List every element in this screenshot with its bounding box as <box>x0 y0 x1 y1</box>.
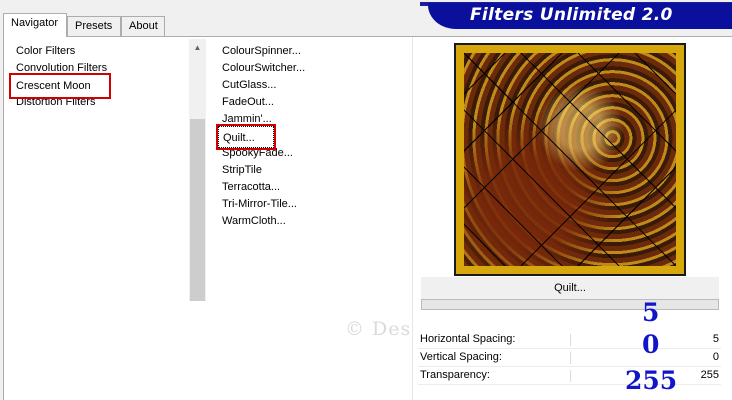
navigator-panel: Color Filters Convolution Filters Cresce… <box>3 36 732 400</box>
filter-item[interactable]: CutGlass... <box>222 77 412 94</box>
tab-about[interactable]: About <box>121 16 165 37</box>
param-row-horizontal-spacing[interactable]: Horizontal Spacing: 5 <box>418 331 721 349</box>
filter-item[interactable]: WarmCloth... <box>222 213 412 230</box>
category-list: Color Filters Convolution Filters Cresce… <box>9 43 190 111</box>
app-title: Filters Unlimited 2.0 <box>470 5 673 25</box>
param-value[interactable]: 255 <box>701 369 719 381</box>
tab-navigator[interactable]: Navigator <box>3 13 67 37</box>
quilt-grid-overlay <box>464 53 676 266</box>
filter-item[interactable]: Terracotta... <box>222 179 412 196</box>
filter-item[interactable]: ColourSwitcher... <box>222 60 412 77</box>
tab-bar: Navigator Presets About <box>0 0 420 37</box>
param-value[interactable]: 0 <box>713 351 719 363</box>
preview-image <box>456 45 684 274</box>
preview-frame <box>454 43 686 276</box>
header-banner: Filters Unlimited 2.0 <box>420 0 732 34</box>
filter-list: ColourSpinner... ColourSwitcher... CutGl… <box>216 43 412 230</box>
watermark: © Des <box>345 318 412 340</box>
category-scrollbar[interactable]: ▲ <box>189 39 206 301</box>
param-divider <box>570 352 571 364</box>
param-divider <box>570 334 571 346</box>
param-divider <box>570 370 571 382</box>
annotation-transparency: 255 <box>625 366 678 395</box>
pane-divider <box>412 37 413 400</box>
annotation-vertical-spacing: 0 <box>642 330 660 359</box>
filter-item[interactable]: StripTile <box>222 162 412 179</box>
tab-presets[interactable]: Presets <box>67 16 121 37</box>
param-value[interactable]: 5 <box>713 333 719 345</box>
scrollbar-thumb[interactable] <box>190 119 205 301</box>
filter-item[interactable]: FadeOut... <box>222 94 412 111</box>
filter-item[interactable]: SpookyFade... <box>222 145 412 162</box>
filter-name-button[interactable]: Quilt... <box>421 277 719 299</box>
filter-item[interactable]: Jammin'... <box>222 111 412 128</box>
param-label: Horizontal Spacing: <box>420 333 516 345</box>
filter-item[interactable]: Tri-Mirror-Tile... <box>222 196 412 213</box>
annotation-horizontal-spacing: 5 <box>642 298 660 327</box>
category-item[interactable]: Distortion Filters <box>14 94 190 111</box>
category-item[interactable]: Color Filters <box>14 43 190 60</box>
param-row-vertical-spacing[interactable]: Vertical Spacing: 0 <box>418 349 721 367</box>
filter-item[interactable]: ColourSpinner... <box>222 43 412 60</box>
param-label: Transparency: <box>420 369 490 381</box>
scroll-up-icon[interactable]: ▲ <box>189 39 206 56</box>
progress-bar <box>421 299 719 310</box>
param-label: Vertical Spacing: <box>420 351 502 363</box>
